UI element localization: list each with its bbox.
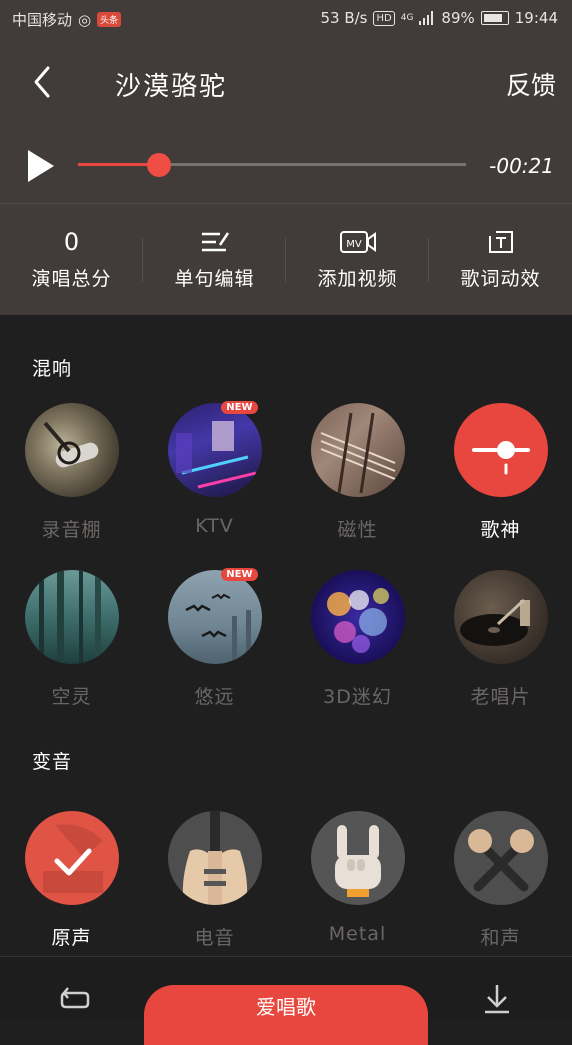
voice-harmony[interactable]: 和声 <box>429 811 572 950</box>
reverb-label: KTV <box>195 515 234 537</box>
download-button[interactable] <box>482 983 512 1015</box>
reverb-magnetic[interactable]: 磁性 <box>286 403 429 542</box>
voice-label: 电音 <box>194 927 235 949</box>
status-left: 中国移动 ◎ 头条 <box>12 9 122 30</box>
play-button[interactable] <box>22 146 58 186</box>
reverb-label: 悠远 <box>194 686 235 708</box>
reverb-ktv[interactable]: NEW KTV <box>143 401 286 542</box>
main-action-label: 爱唱歌 <box>256 995 316 1019</box>
svg-text:MV: MV <box>346 239 362 250</box>
reverb-label: 空灵 <box>51 686 92 708</box>
line-edit-button[interactable]: 单句编辑 <box>143 204 286 315</box>
cell-signal-icon <box>419 11 434 25</box>
reverb-label: 磁性 <box>337 519 378 541</box>
loop-icon <box>60 987 90 1009</box>
battery-percent: 89% <box>441 9 475 27</box>
network-speed: 53 B/s <box>320 9 368 27</box>
tool-row: 0 演唱总分 单句编辑 MV 添加视频 歌词动效 <box>0 204 572 315</box>
reverb-row-1: 录音棚 NEW KTV 磁性 歌神 <box>0 401 572 542</box>
lyric-effect-button[interactable]: 歌词动效 <box>429 204 572 315</box>
time-remaining: -00:21 <box>489 154 554 178</box>
electric-guitar-icon <box>167 811 262 905</box>
new-badge: NEW <box>221 401 258 414</box>
chevron-left-icon <box>34 66 50 98</box>
new-badge: NEW <box>221 568 258 581</box>
feedback-button[interactable]: 反馈 <box>506 66 556 102</box>
reverb-singer-god[interactable]: 歌神 <box>429 403 572 542</box>
play-icon <box>28 150 54 182</box>
total-score-button[interactable]: 0 演唱总分 <box>0 204 143 315</box>
guitar-image <box>310 403 405 497</box>
toutiao-icon: 头条 <box>97 12 122 27</box>
status-right: 53 B/s HD 4G 89% 19:44 <box>320 9 558 27</box>
reverb-row-2: 空灵 NEW 悠远 3D迷幻 老唱片 <box>0 568 572 709</box>
tool-label: 单句编辑 <box>174 268 255 290</box>
bokeh-image <box>310 570 405 664</box>
slider-selected-icon <box>453 403 548 497</box>
mv-camera-icon: MV <box>339 228 377 256</box>
clock: 19:44 <box>514 9 558 27</box>
reverb-distant[interactable]: NEW 悠远 <box>143 568 286 709</box>
reverb-3d-psychedelic[interactable]: 3D迷幻 <box>286 570 429 709</box>
reverb-studio[interactable]: 录音棚 <box>0 403 143 542</box>
voice-label: Metal <box>328 923 387 945</box>
hd-badge: HD <box>373 10 395 26</box>
tool-label: 添加视频 <box>317 268 398 290</box>
voice-metal[interactable]: Metal <box>286 811 429 950</box>
voice-electric[interactable]: 电音 <box>143 811 286 950</box>
double-mic-icon <box>453 811 548 905</box>
reverb-label: 歌神 <box>480 519 521 541</box>
ktv-room-image <box>167 403 262 497</box>
voice-change-section-title: 变音 <box>32 751 73 773</box>
signal-icon: ◎ <box>78 10 92 29</box>
gramophone-check-icon <box>24 811 119 905</box>
reverb-ethereal[interactable]: 空灵 <box>0 570 143 709</box>
record-player-image <box>453 570 548 664</box>
forest-image <box>24 570 119 664</box>
voice-label: 原声 <box>51 927 92 949</box>
score-value: 0 <box>63 228 80 256</box>
reverb-old-record[interactable]: 老唱片 <box>429 570 572 709</box>
loop-button[interactable] <box>58 985 92 1015</box>
birds-sky-image <box>167 570 262 664</box>
back-button[interactable] <box>24 62 64 102</box>
text-frame-icon <box>486 228 516 256</box>
voice-change-row: 原声 电音 Metal 和声 <box>0 811 572 950</box>
microphone-image <box>24 403 119 497</box>
tool-label: 歌词动效 <box>460 268 541 290</box>
add-video-button[interactable]: MV 添加视频 <box>286 204 429 315</box>
reverb-label: 3D迷幻 <box>323 686 392 708</box>
reverb-section-title: 混响 <box>32 358 73 380</box>
network-type: 4G <box>400 12 414 23</box>
reverb-label: 录音棚 <box>41 519 102 541</box>
edit-lines-icon <box>200 228 230 256</box>
song-title: 沙漠骆驼 <box>115 72 228 102</box>
main-action-button[interactable]: 爱唱歌 <box>144 985 428 1045</box>
carrier-label: 中国移动 <box>12 11 73 29</box>
download-icon <box>485 985 509 1014</box>
voice-original[interactable]: 原声 <box>0 811 143 950</box>
rock-hand-icon <box>310 811 405 905</box>
battery-icon <box>480 11 509 25</box>
reverb-label: 老唱片 <box>470 686 531 708</box>
tool-label: 演唱总分 <box>31 268 112 290</box>
voice-label: 和声 <box>480 927 521 949</box>
